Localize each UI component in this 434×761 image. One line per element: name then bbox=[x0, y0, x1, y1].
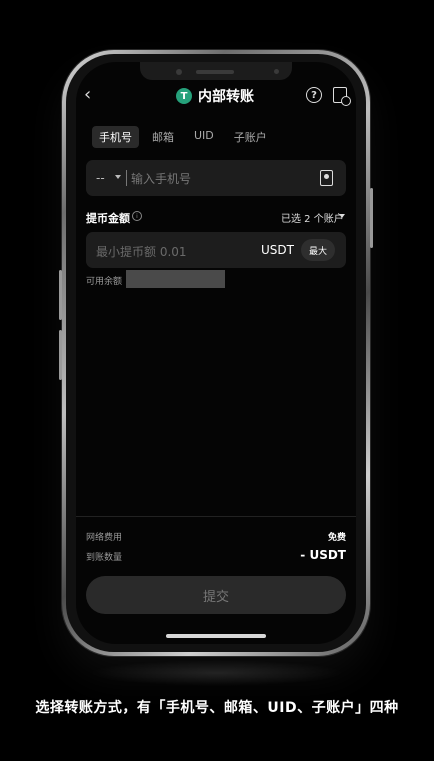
history-icon[interactable] bbox=[333, 87, 351, 106]
account-selector[interactable]: 已选 2 个账户 bbox=[281, 210, 344, 225]
phone-reflection bbox=[90, 660, 344, 686]
phone-input[interactable]: 输入手机号 bbox=[131, 170, 191, 187]
currency-label: USDT bbox=[261, 243, 294, 257]
caret-down-icon bbox=[339, 214, 345, 218]
page-header: T 内部转账 bbox=[176, 86, 254, 106]
home-indicator[interactable] bbox=[166, 634, 266, 638]
app-screen: ‹ T 内部转账 ? 手机号 邮箱 UID 子账户 -- 输入手机号 提币金额 … bbox=[76, 62, 356, 644]
divider bbox=[76, 516, 356, 517]
tab-uid[interactable]: UID bbox=[187, 126, 221, 148]
caption-text: 选择转账方式，有「手机号、邮箱、UID、子账户」四种 bbox=[35, 700, 399, 716]
phone-notch bbox=[140, 62, 292, 80]
submit-button[interactable]: 提交 bbox=[86, 576, 346, 614]
phone-volume-button bbox=[59, 270, 62, 320]
amount-label: 提币金额 bbox=[86, 212, 130, 225]
amount-field[interactable]: 最小提币额 0.01 USDT 最大 bbox=[86, 232, 346, 268]
tab-subaccount[interactable]: 子账户 bbox=[227, 126, 274, 148]
receive-amount-value: - USDT bbox=[300, 548, 346, 562]
speaker-grille bbox=[196, 70, 234, 74]
phone-number-field[interactable]: -- 输入手机号 bbox=[86, 160, 346, 196]
text-cursor bbox=[126, 170, 127, 186]
amount-input[interactable]: 最小提币额 0.01 bbox=[96, 243, 187, 260]
available-balance-label: 可用余额 bbox=[86, 277, 123, 287]
tab-phone[interactable]: 手机号 bbox=[92, 126, 139, 148]
tether-logo-icon: T bbox=[176, 88, 192, 104]
camera-icon bbox=[176, 69, 182, 75]
receive-amount-label: 到账数量 bbox=[86, 553, 123, 563]
network-fee-label: 网络费用 bbox=[86, 533, 123, 543]
back-button[interactable]: ‹ bbox=[84, 84, 91, 105]
country-code-select[interactable]: -- bbox=[96, 171, 105, 185]
caret-down-icon bbox=[115, 175, 121, 179]
network-fee-value: 免费 bbox=[327, 533, 346, 543]
sensor-icon bbox=[274, 69, 279, 74]
contact-book-icon[interactable] bbox=[320, 170, 333, 186]
page-title: 内部转账 bbox=[198, 89, 254, 105]
help-icon[interactable]: ? bbox=[306, 87, 322, 103]
max-button[interactable]: 最大 bbox=[301, 239, 335, 261]
info-icon[interactable]: i bbox=[132, 211, 142, 221]
phone-volume-button bbox=[59, 330, 62, 380]
balance-redacted-block bbox=[126, 270, 225, 288]
phone-side-button bbox=[370, 188, 373, 248]
tab-email[interactable]: 邮箱 bbox=[145, 126, 181, 148]
transfer-method-tabs: 手机号 邮箱 UID 子账户 bbox=[92, 126, 274, 148]
